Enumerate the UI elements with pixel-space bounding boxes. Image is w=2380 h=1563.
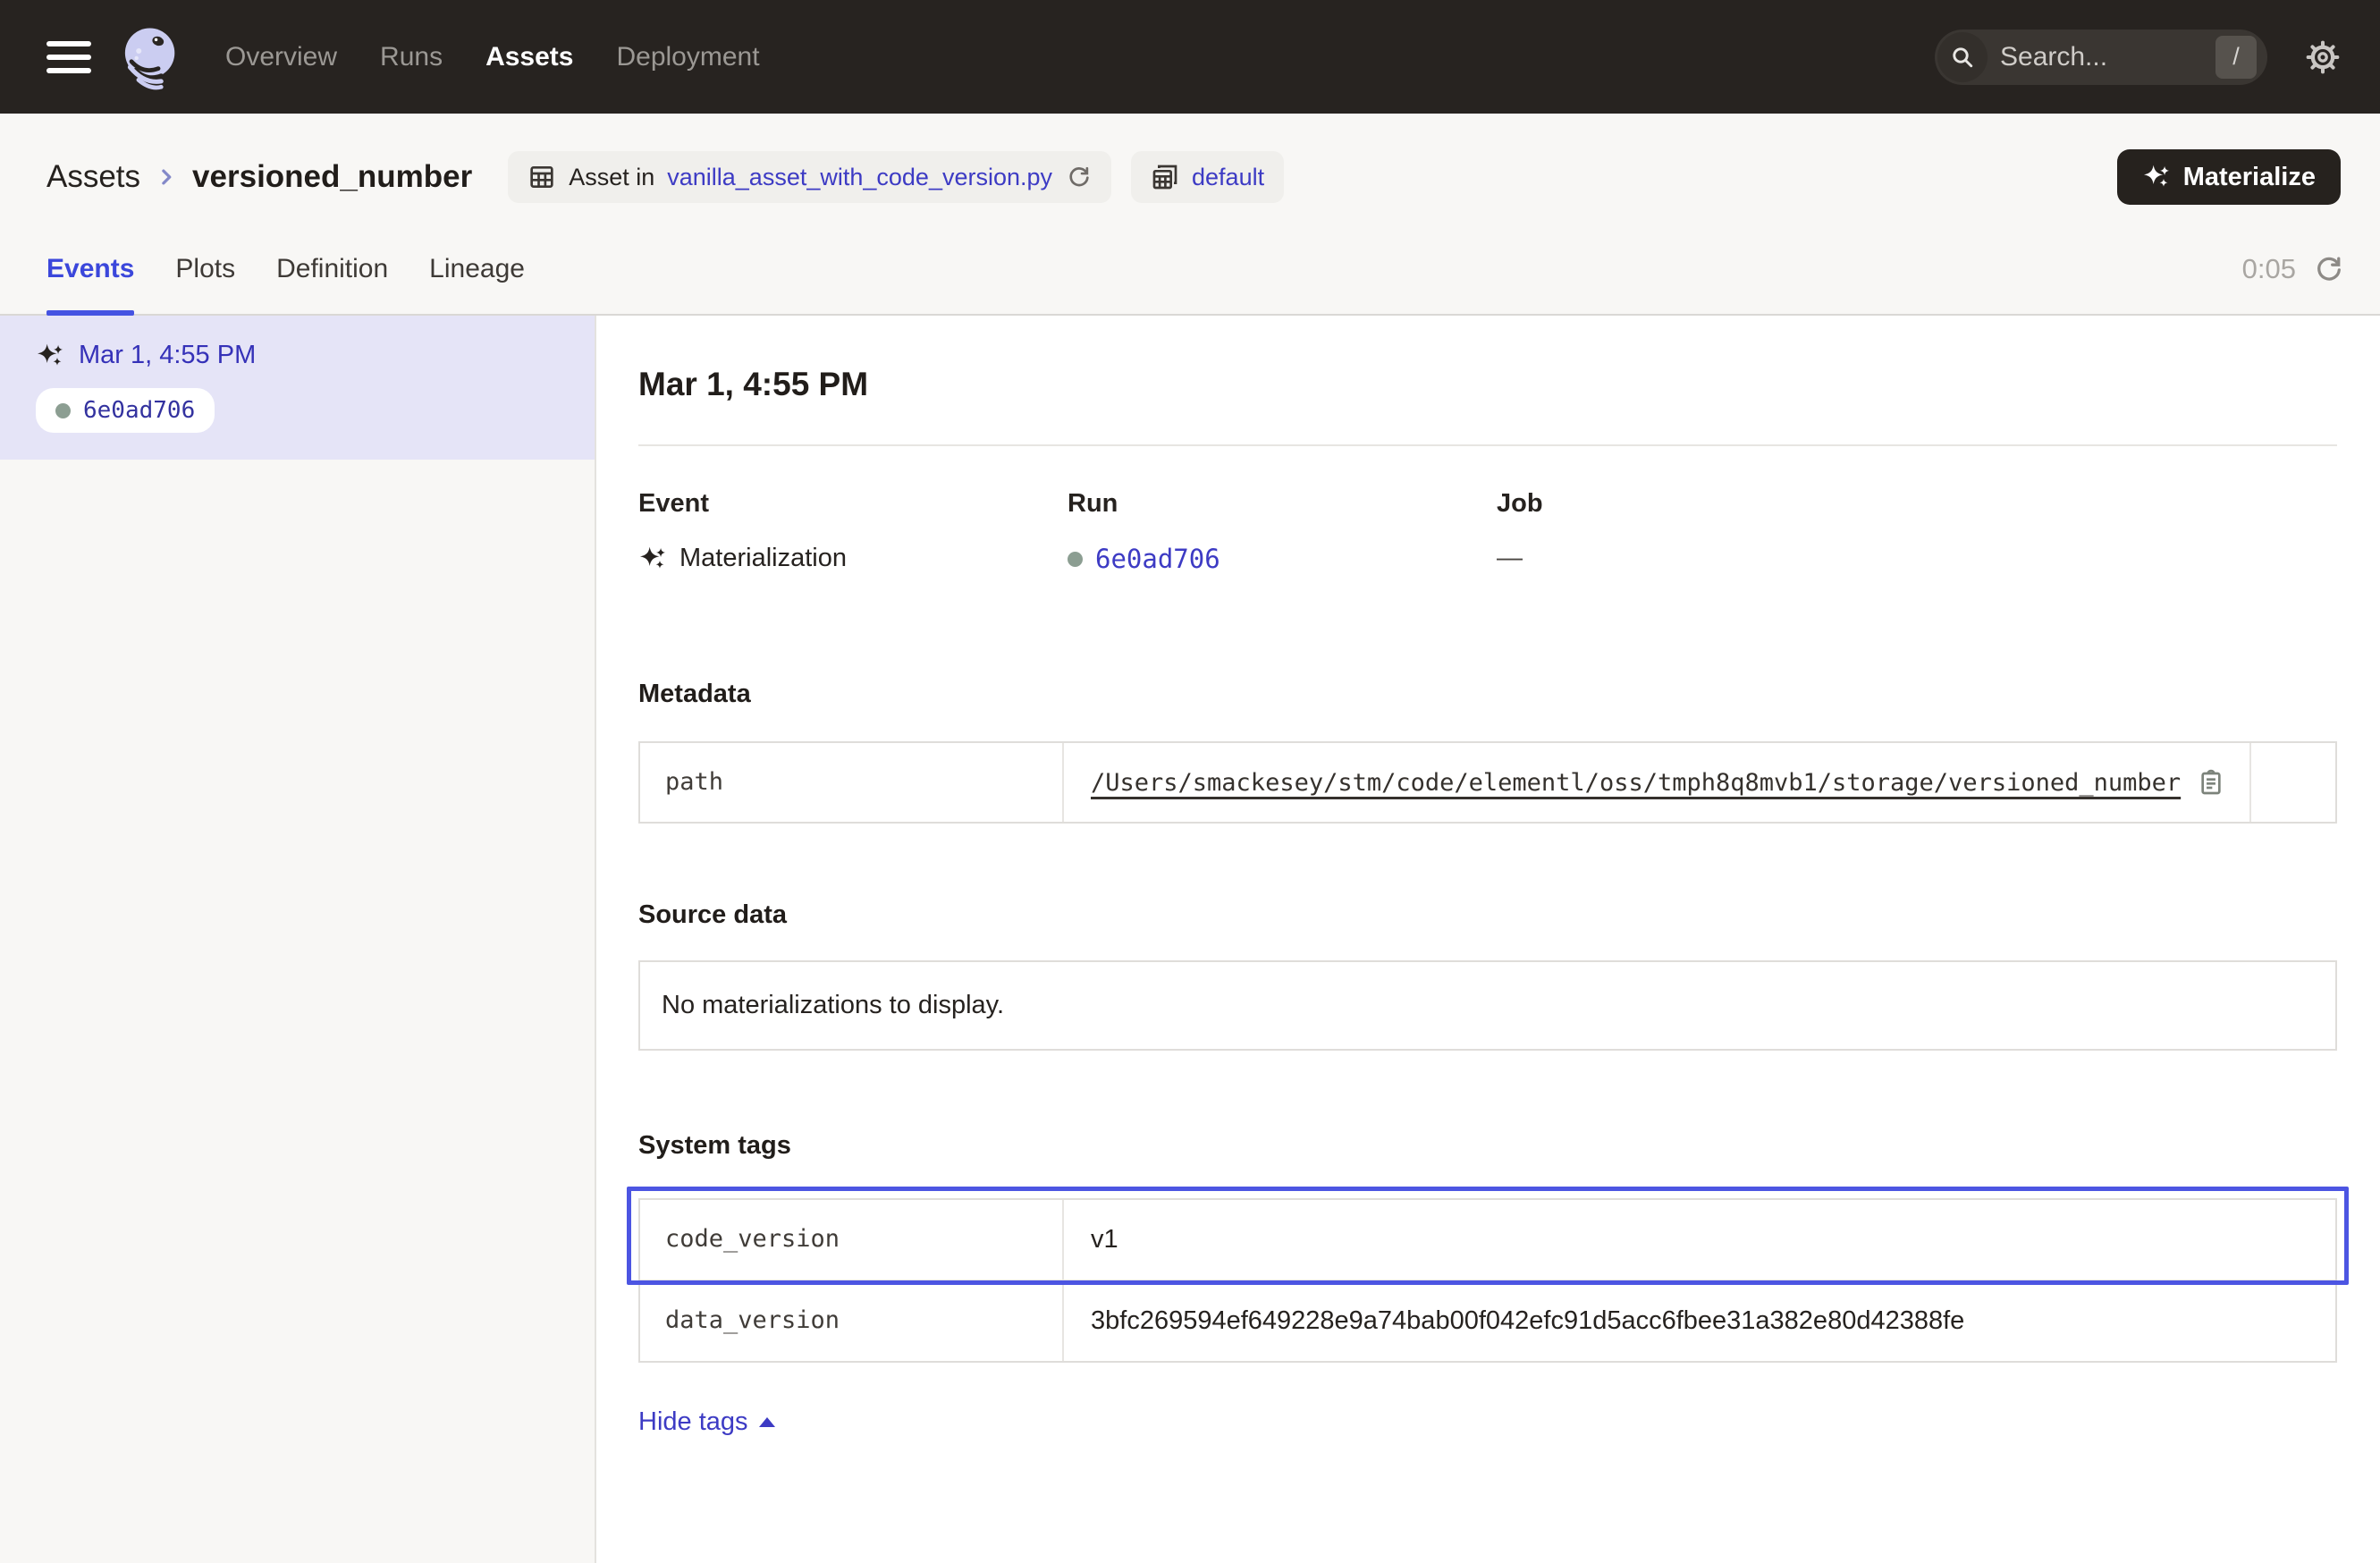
- search-box[interactable]: /: [1935, 30, 2267, 85]
- nav-item-overview[interactable]: Overview: [225, 42, 337, 72]
- refresh-countdown: 0:05: [2242, 224, 2344, 314]
- dagster-logo[interactable]: [114, 23, 182, 91]
- tag-value: v1: [1091, 1225, 1118, 1255]
- nav-item-runs[interactable]: Runs: [380, 42, 443, 72]
- asset-pill-prefix: Asset in: [569, 164, 654, 191]
- materialize-button-label: Materialize: [2183, 163, 2316, 192]
- event-list-sidebar: Mar 1, 4:55 PM 6e0ad706: [0, 316, 596, 1563]
- search-icon: [1937, 32, 1988, 82]
- asset-file-link[interactable]: vanilla_asset_with_code_version.py: [667, 164, 1052, 191]
- table-row-code-version: code_version v1: [640, 1200, 2335, 1280]
- system-tags-heading: System tags: [638, 1131, 2337, 1161]
- metadata-heading: Metadata: [638, 680, 2337, 709]
- run-label: Run: [1068, 489, 1497, 519]
- table-row: path /Users/smackesey/stm/code/elementl/…: [640, 743, 2335, 822]
- event-detail-title: Mar 1, 4:55 PM: [638, 366, 2337, 403]
- run-id-link[interactable]: 6e0ad706: [1095, 544, 1220, 574]
- nav-item-assets[interactable]: Assets: [485, 42, 573, 72]
- system-tags-table: code_version v1 data_version 3bfc269594e…: [638, 1198, 2337, 1363]
- hide-tags-label: Hide tags: [638, 1407, 748, 1437]
- asset-definition-pill: Asset in vanilla_asset_with_code_version…: [508, 151, 1111, 203]
- tab-bar: Events Plots Definition Lineage 0:05: [0, 224, 2380, 316]
- run-id-badge[interactable]: 6e0ad706: [36, 388, 215, 433]
- metadata-path-link[interactable]: /Users/smackesey/stm/code/elementl/oss/t…: [1091, 769, 2181, 797]
- run-id-text: 6e0ad706: [83, 397, 195, 424]
- tab-lineage[interactable]: Lineage: [429, 224, 525, 314]
- divider: [638, 444, 2337, 446]
- tag-value: 3bfc269594ef649228e9a74bab00f042efc91d5a…: [1091, 1306, 1964, 1336]
- code-location-link[interactable]: default: [1192, 164, 1264, 191]
- table-row-data-version: data_version 3bfc269594ef649228e9a74bab0…: [640, 1280, 2335, 1361]
- primary-nav: Overview Runs Assets Deployment: [225, 42, 760, 72]
- materialize-button[interactable]: Materialize: [2117, 149, 2341, 205]
- top-nav: Overview Runs Assets Deployment /: [0, 0, 2380, 114]
- source-data-empty-state: No materializations to display.: [638, 960, 2337, 1051]
- sparkles-icon: [2142, 163, 2171, 191]
- search-shortcut-key: /: [2215, 36, 2257, 79]
- tag-key: code_version: [640, 1200, 1062, 1280]
- menu-icon[interactable]: [46, 41, 91, 73]
- run-status-dot: [55, 403, 71, 418]
- materialization-sparkle-icon: [36, 342, 64, 370]
- job-value: —: [1497, 544, 1523, 573]
- hide-tags-link[interactable]: Hide tags: [638, 1407, 775, 1437]
- job-label: Job: [1497, 489, 2337, 519]
- refresh-icon[interactable]: [2314, 254, 2344, 284]
- nav-item-deployment[interactable]: Deployment: [616, 42, 759, 72]
- reload-icon[interactable]: [1067, 165, 1092, 190]
- chevron-right-icon: [153, 164, 180, 190]
- page-title: versioned_number: [192, 159, 472, 195]
- tab-definition[interactable]: Definition: [276, 224, 388, 314]
- page-header: Assets versioned_number Asset in: [0, 114, 2380, 316]
- breadcrumb: Assets versioned_number: [46, 159, 472, 195]
- refresh-countdown-value: 0:05: [2242, 253, 2296, 285]
- event-label: Event: [638, 489, 1068, 519]
- tab-events[interactable]: Events: [46, 224, 134, 314]
- copy-icon[interactable]: [2197, 768, 2225, 797]
- run-status-dot: [1068, 552, 1083, 567]
- event-detail-panel: Mar 1, 4:55 PM Event Materialization: [596, 316, 2380, 1563]
- event-timestamp: Mar 1, 4:55 PM: [79, 341, 256, 370]
- breadcrumb-assets-link[interactable]: Assets: [46, 159, 140, 195]
- repo-grid-icon: [1151, 163, 1179, 191]
- source-data-heading: Source data: [638, 900, 2337, 930]
- metadata-actions-cell: [2249, 743, 2335, 822]
- event-summary: Event Materialization Run 6: [638, 489, 2337, 574]
- search-input[interactable]: [1988, 42, 2215, 72]
- gear-icon[interactable]: [2305, 39, 2341, 75]
- event-list-item[interactable]: Mar 1, 4:55 PM 6e0ad706: [0, 316, 595, 460]
- tab-plots[interactable]: Plots: [175, 224, 235, 314]
- metadata-table: path /Users/smackesey/stm/code/elementl/…: [638, 741, 2337, 824]
- table-icon: [527, 163, 556, 191]
- metadata-key: path: [640, 743, 1062, 822]
- caret-up-icon: [759, 1417, 775, 1427]
- tag-key: data_version: [640, 1281, 1062, 1361]
- materialization-sparkle-icon: [638, 545, 667, 573]
- event-type-value: Materialization: [679, 544, 847, 573]
- code-location-pill: default: [1131, 151, 1284, 203]
